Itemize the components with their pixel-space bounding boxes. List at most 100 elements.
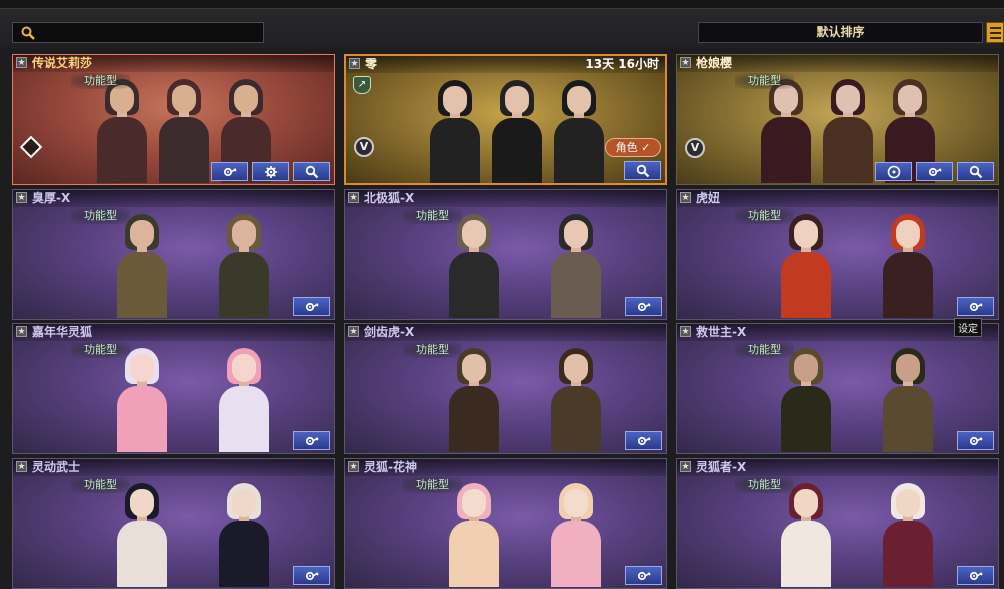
character-name: 枪娘樱 — [696, 56, 733, 70]
character-card[interactable]: ★ 北极狐-X 功能型 — [344, 189, 667, 320]
gear-wrench-button[interactable] — [916, 162, 953, 181]
character-name: 传说艾莉莎 — [32, 56, 93, 70]
card-button-bar — [624, 161, 661, 180]
gear-icon — [264, 165, 278, 179]
card-header: ★ 枪娘樱 — [677, 55, 998, 72]
character-figure — [215, 481, 273, 587]
character-card[interactable]: ★ 零 13天 16小时 V ↗ 角色 ✓ — [344, 54, 667, 185]
character-portraits — [113, 346, 273, 452]
favorite-star-icon[interactable]: ★ — [348, 461, 359, 472]
sort-dropdown[interactable]: 默认排序 — [698, 22, 983, 43]
character-figure — [777, 212, 835, 318]
card-button-bar — [957, 297, 994, 316]
favorite-star-icon[interactable]: ★ — [16, 461, 27, 472]
type-tag: 功能型 — [735, 73, 794, 89]
favorite-star-icon[interactable]: ★ — [680, 461, 691, 472]
character-figure — [488, 78, 546, 183]
character-name: 灵动武士 — [32, 460, 81, 474]
type-tag: 功能型 — [735, 477, 794, 493]
card-button-bar — [875, 162, 994, 181]
character-figure — [879, 346, 937, 452]
character-figure — [547, 481, 605, 587]
role-button[interactable]: 角色 ✓ — [605, 138, 661, 157]
gear-wrench-button[interactable] — [957, 566, 994, 585]
card-button-bar — [293, 566, 330, 585]
menu-button[interactable] — [986, 22, 1004, 43]
card-button-bar — [211, 162, 330, 181]
character-figure — [426, 78, 484, 183]
character-card[interactable]: ★ 灵狐-花神功能型 — [344, 458, 667, 589]
gear-wrench-button[interactable] — [293, 431, 330, 450]
gear-wrench-icon — [305, 434, 319, 448]
card-header: ★ 嘉年华灵狐 — [13, 324, 334, 341]
character-name: 虎妞 — [696, 191, 721, 205]
favorite-star-icon[interactable]: ★ — [680, 326, 691, 337]
card-button-bar — [625, 566, 662, 585]
gear-wrench-button[interactable] — [625, 431, 662, 450]
favorite-star-icon[interactable]: ★ — [680, 57, 691, 68]
favorite-star-icon[interactable]: ★ — [16, 192, 27, 203]
card-button-bar — [293, 431, 330, 450]
character-card[interactable]: ★ 臭厚-X 功能型 — [12, 189, 335, 320]
gear-wrench-icon — [637, 569, 651, 583]
type-tag: 功能型 — [735, 342, 794, 358]
character-card[interactable]: ★ 传说艾莉莎功能型 — [12, 54, 335, 185]
gear-wrench-button[interactable] — [293, 297, 330, 316]
character-name: 救世主-X — [696, 325, 747, 339]
gear-wrench-icon — [969, 300, 983, 314]
type-tag: 功能型 — [403, 477, 462, 493]
gear-wrench-button[interactable] — [293, 566, 330, 585]
card-header: ★ 零 13天 16小时 — [346, 56, 665, 73]
character-figure — [777, 481, 835, 587]
search-button[interactable] — [293, 162, 330, 181]
card-header: ★ 剑齿虎-X — [345, 324, 666, 341]
search-button[interactable] — [624, 161, 661, 180]
gear-wrench-button[interactable] — [957, 297, 994, 316]
card-header: ★ 虎妞 — [677, 190, 998, 207]
gear-wrench-button[interactable] — [957, 431, 994, 450]
character-card[interactable]: ★ 灵狐者-X 功能型 — [676, 458, 999, 589]
search-input[interactable] — [12, 22, 264, 43]
favorite-star-icon[interactable]: ★ — [348, 192, 359, 203]
gear-button[interactable] — [252, 162, 289, 181]
search-button[interactable] — [957, 162, 994, 181]
card-header: ★ 臭厚-X — [13, 190, 334, 207]
favorite-star-icon[interactable]: ★ — [680, 192, 691, 203]
character-card[interactable]: ★ 虎妞 功能型 — [676, 189, 999, 320]
favorite-star-icon[interactable]: ★ — [16, 57, 27, 68]
type-tag: 功能型 — [71, 208, 130, 224]
card-button-bar — [625, 297, 662, 316]
top-bar: 默认排序 — [0, 0, 1004, 48]
disc-button[interactable] — [875, 162, 912, 181]
gear-wrench-icon — [637, 434, 651, 448]
character-figure — [113, 212, 171, 318]
type-tag: 功能型 — [71, 73, 130, 89]
rank-diamond-icon — [19, 135, 43, 159]
character-card[interactable]: ★ 剑齿虎-X 功能型 — [344, 323, 667, 454]
character-portraits — [777, 481, 937, 587]
type-tag: 功能型 — [71, 477, 130, 493]
character-card[interactable]: ★ 救世主-X 功能型 — [676, 323, 999, 454]
favorite-star-icon[interactable]: ★ — [349, 58, 360, 69]
gear-wrench-icon — [305, 569, 319, 583]
gear-wrench-icon — [637, 300, 651, 314]
character-portraits — [777, 346, 937, 452]
character-card[interactable]: ★ 枪娘樱 功能型 V — [676, 54, 999, 185]
character-portraits — [445, 481, 605, 587]
character-portraits — [113, 212, 273, 318]
character-card[interactable]: ★ 嘉年华灵狐 功能型 — [12, 323, 335, 454]
character-figure — [93, 77, 151, 183]
gear-wrench-button[interactable] — [625, 566, 662, 585]
share-icon[interactable]: ↗ — [353, 76, 371, 94]
card-button-bar — [957, 431, 994, 450]
card-button-bar — [293, 297, 330, 316]
card-button-bar — [957, 566, 994, 585]
favorite-star-icon[interactable]: ★ — [348, 326, 359, 337]
character-name: 灵狐-花神 — [364, 460, 417, 474]
gear-wrench-button[interactable] — [625, 297, 662, 316]
character-figure — [547, 212, 605, 318]
gear-wrench-button[interactable] — [211, 162, 248, 181]
character-card[interactable]: ★ 灵动武士功能型 — [12, 458, 335, 589]
search-icon — [969, 165, 983, 179]
favorite-star-icon[interactable]: ★ — [16, 326, 27, 337]
